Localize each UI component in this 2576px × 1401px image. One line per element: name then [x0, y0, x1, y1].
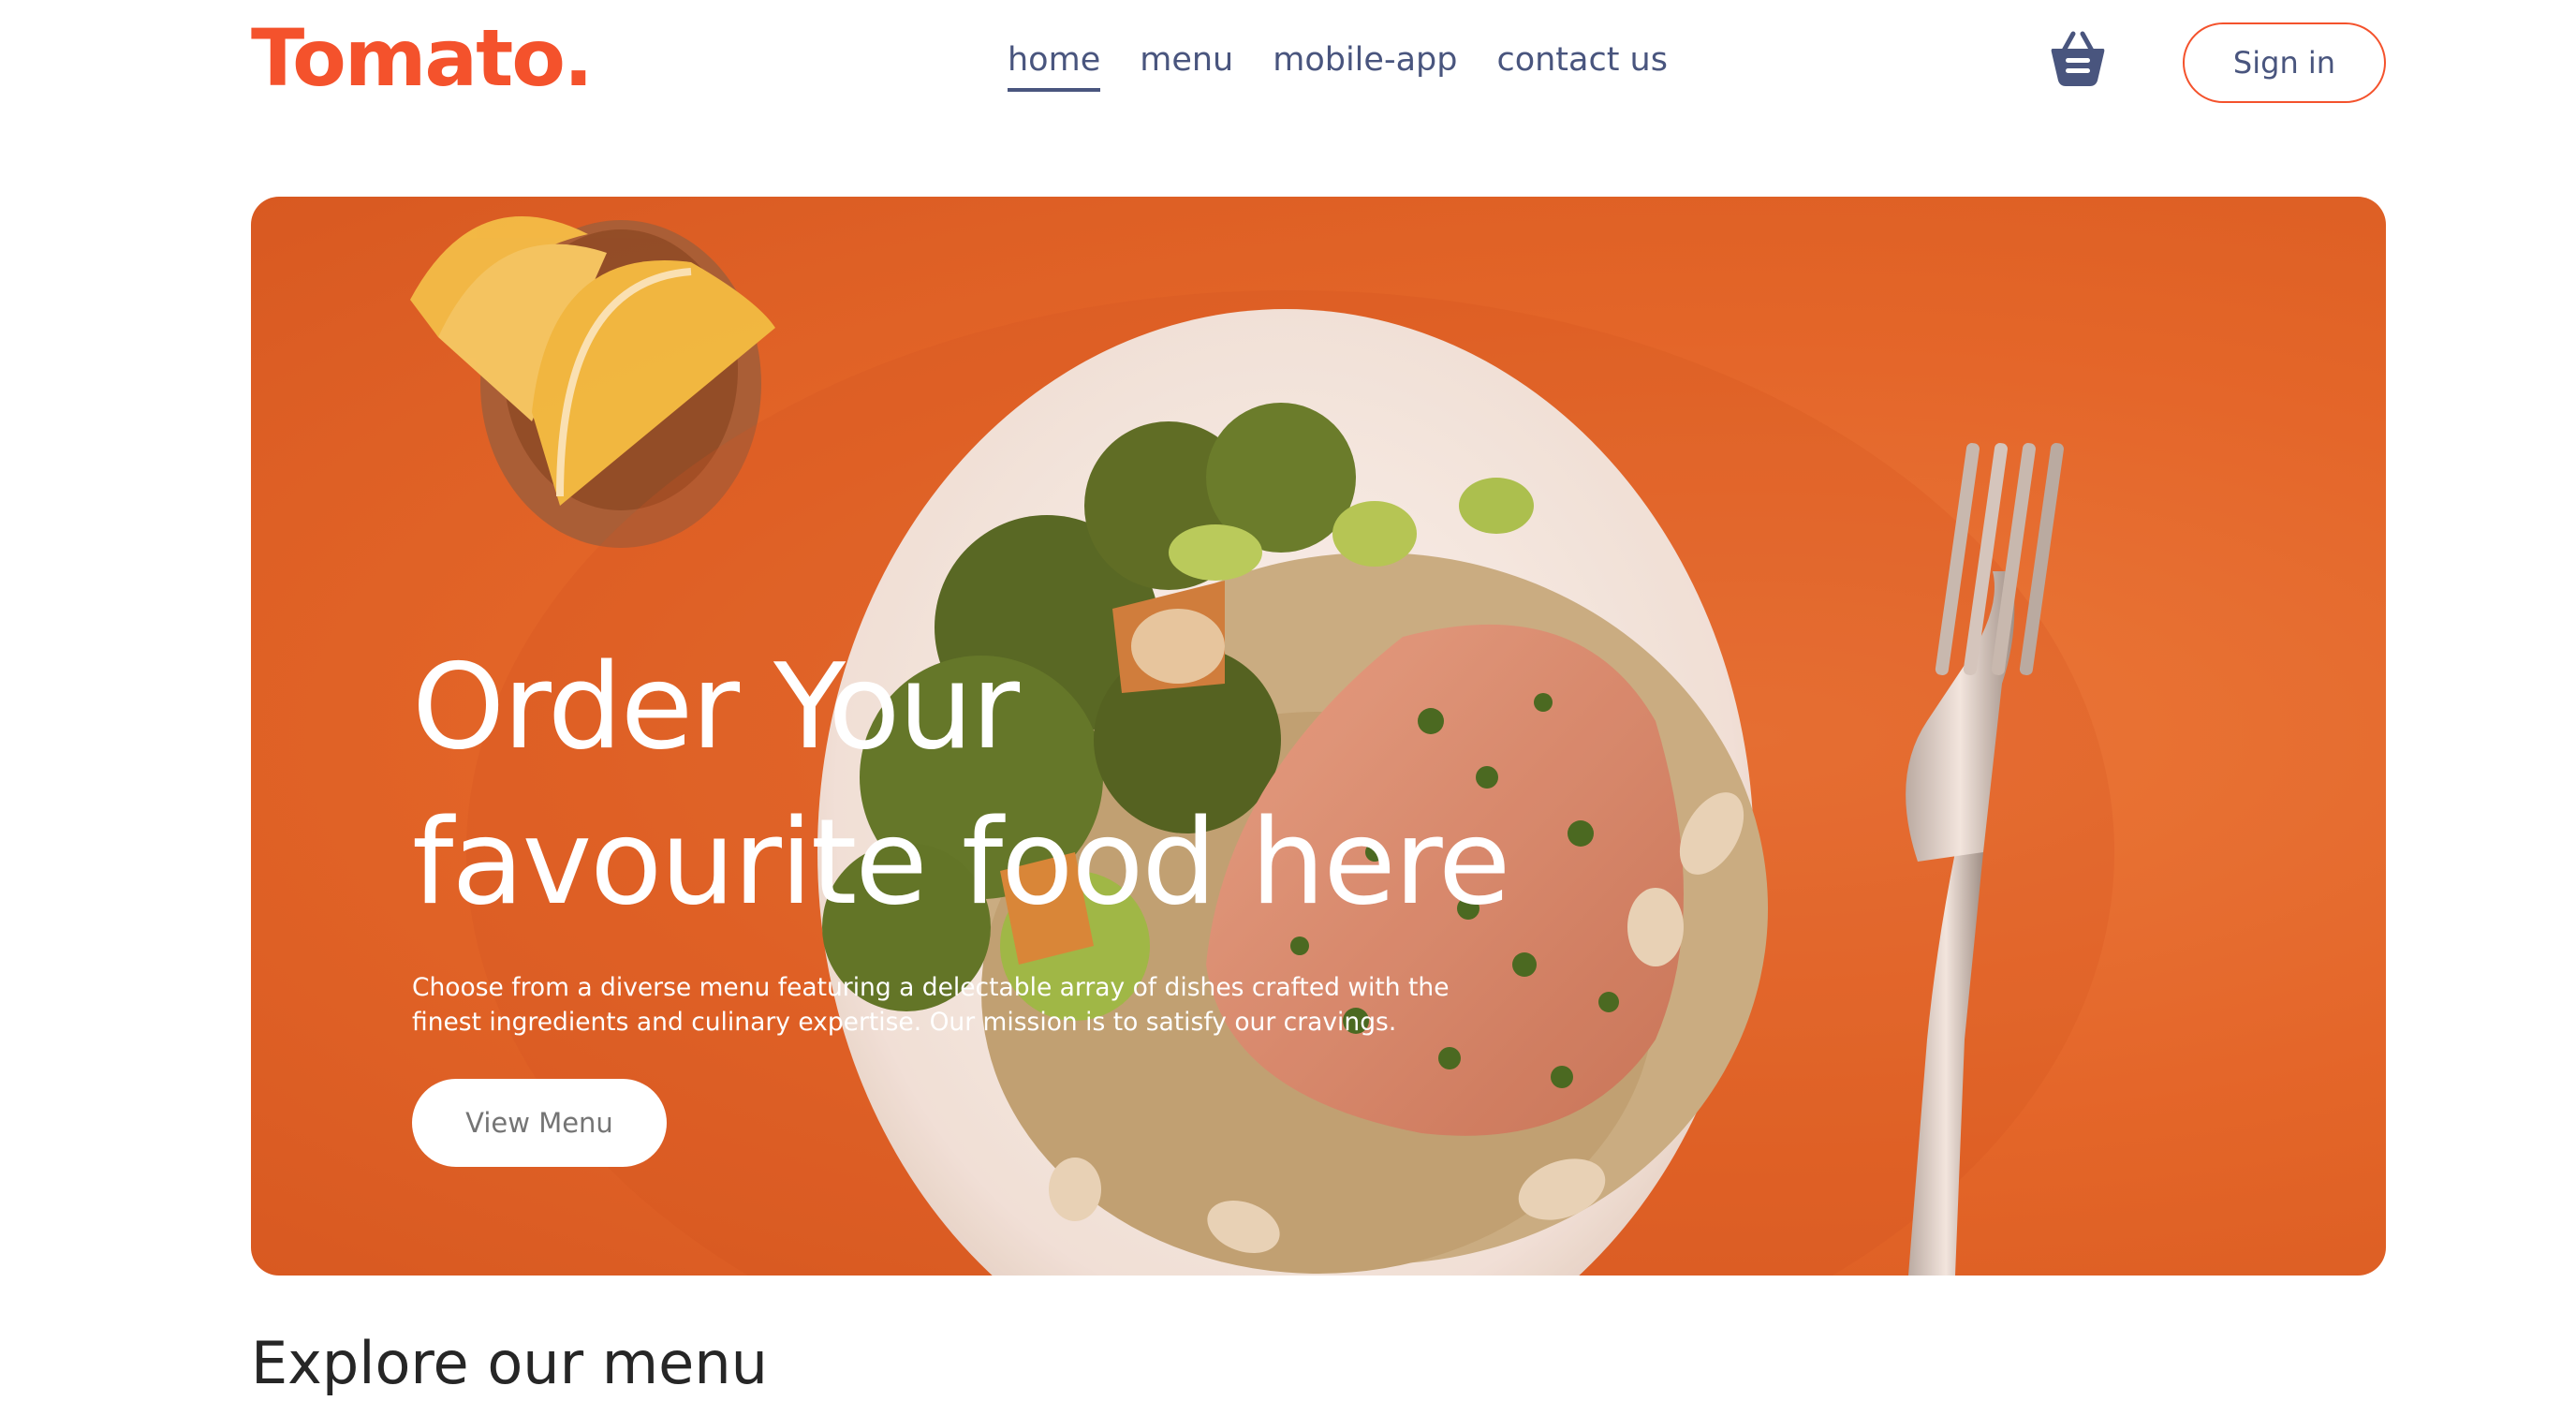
nav-links: home menu mobile-app contact us [1008, 34, 1668, 92]
hero-banner: Order Your favourite food here Choose fr… [251, 197, 2386, 1276]
hero-title-line-1: Order Your [412, 638, 1020, 775]
hero-title: Order Your favourite food here [412, 629, 1536, 940]
explore-menu-heading: Explore our menu [251, 1329, 768, 1397]
nav-link-home[interactable]: home [1008, 34, 1101, 92]
hero-description: Choose from a diverse menu featuring a d… [412, 973, 1450, 1037]
nav-link-menu[interactable]: menu [1140, 34, 1233, 92]
nav-link-contact-us[interactable]: contact us [1496, 34, 1668, 92]
logo[interactable]: Tomato. [251, 11, 594, 105]
navbar: Tomato. home menu mobile-app contact us … [251, 0, 2386, 122]
hero-title-line-2: favourite food here [412, 793, 1510, 931]
sign-in-button[interactable]: Sign in [2183, 22, 2386, 103]
nav-link-mobile-app[interactable]: mobile-app [1273, 34, 1457, 92]
view-menu-button[interactable]: View Menu [412, 1079, 667, 1167]
basket-icon[interactable] [2049, 28, 2107, 88]
